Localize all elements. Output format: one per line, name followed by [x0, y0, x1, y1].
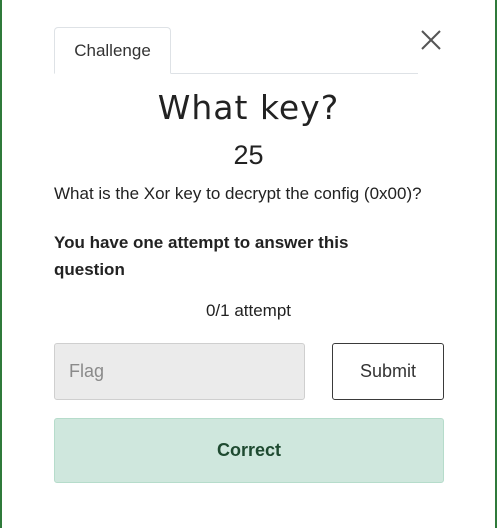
tab-challenge[interactable]: Challenge	[54, 27, 171, 74]
challenge-points: 25	[233, 140, 264, 170]
tab-bar: Challenge	[54, 27, 418, 74]
submit-button[interactable]: Submit	[332, 343, 444, 400]
challenge-description: What is the Xor key to decrypt the confi…	[54, 184, 422, 203]
flag-input[interactable]	[54, 343, 305, 400]
challenge-title: What key?	[157, 88, 340, 127]
attempt-warning: You have one attempt to answer this ques…	[54, 233, 349, 279]
close-icon[interactable]	[418, 27, 444, 53]
result-banner: Correct	[54, 418, 444, 483]
attempt-counter: 0/1 attempt	[205, 301, 292, 320]
